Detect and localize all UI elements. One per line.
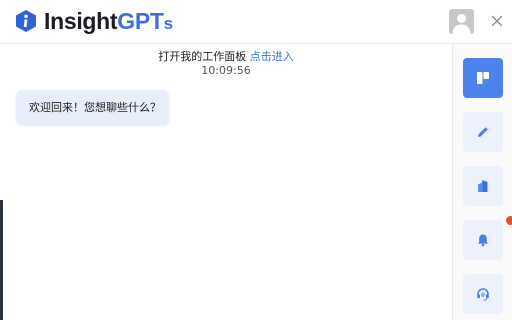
- bell-icon: [478, 234, 488, 247]
- headset-icon: [477, 288, 489, 301]
- sidebar-item-write[interactable]: [463, 112, 503, 152]
- building-icon: [478, 180, 488, 192]
- sidebar-item-notifications[interactable]: [463, 215, 512, 260]
- notice-text: 打开我的工作面板: [158, 50, 247, 63]
- logo-icon: [16, 10, 36, 32]
- avatar[interactable]: [449, 9, 474, 34]
- close-icon[interactable]: [487, 11, 507, 31]
- message-timestamp: 10:09:56: [201, 64, 251, 77]
- board-icon: [477, 72, 489, 84]
- brand-part-2: GPT: [117, 8, 164, 34]
- right-sidebar: [452, 44, 512, 320]
- welcome-message-bubble: 欢迎回来！您想聊些什么？: [16, 90, 169, 125]
- app-logo-text: InsightGPTs: [44, 7, 173, 38]
- open-workspace-link[interactable]: 点击进入: [250, 50, 294, 63]
- notification-badge: [505, 215, 512, 226]
- workspace-notice: 打开我的工作面板 点击进入: [0, 50, 452, 64]
- chat-area: 打开我的工作面板 点击进入 10:09:56 欢迎回来！您想聊些什么？: [0, 44, 452, 320]
- app-header: InsightGPTs: [0, 0, 512, 44]
- user-icon: [452, 14, 471, 34]
- sidebar-item-support[interactable]: [463, 274, 503, 314]
- sidebar-item-workspace[interactable]: [463, 58, 503, 98]
- brand-part-1: Insight: [44, 8, 118, 34]
- brand-part-3: s: [163, 14, 173, 33]
- pen-icon: [478, 127, 488, 137]
- sidebar-item-building[interactable]: [463, 166, 503, 206]
